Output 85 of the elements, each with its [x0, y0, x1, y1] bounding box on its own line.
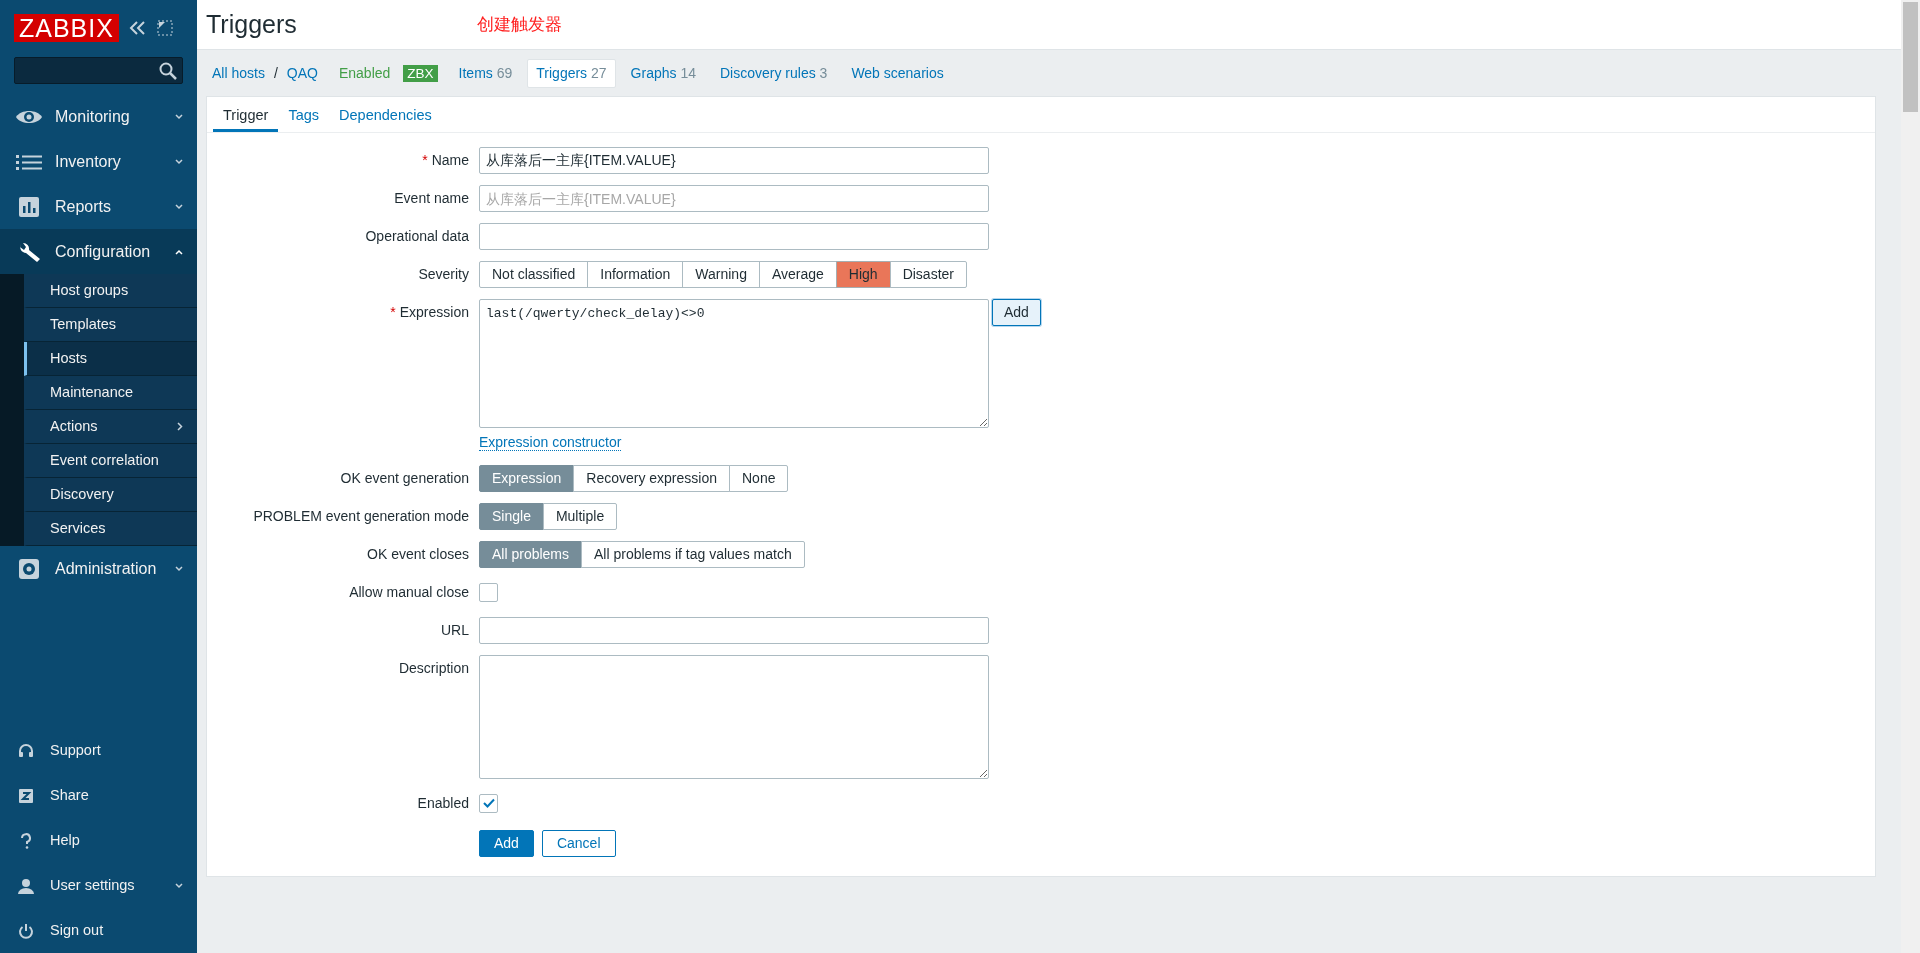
- add-button[interactable]: Add: [479, 829, 534, 857]
- breadcrumb-link[interactable]: QAQ: [286, 62, 318, 84]
- menu-item[interactable]: Sign out: [0, 908, 197, 953]
- field-label: Enabled: [416, 793, 469, 813]
- chevron-right-icon: [177, 422, 183, 431]
- fullscreen-icon[interactable]: [156, 20, 173, 36]
- field-label: Event name: [393, 189, 469, 208]
- add-button[interactable]: Add: [992, 299, 1041, 326]
- form-tab[interactable]: Dependencies: [329, 97, 442, 132]
- chevron-down-icon: [175, 113, 183, 120]
- chevron-down-icon: [175, 882, 183, 889]
- host-tab[interactable]: Triggers 27: [527, 58, 616, 88]
- field-label: URL: [440, 620, 469, 640]
- power-icon: [18, 922, 34, 939]
- field-label: Severity: [417, 265, 469, 284]
- submenu-item[interactable]: Services: [24, 512, 197, 546]
- menu-item[interactable]: Reports: [0, 184, 197, 229]
- host-badge: ZBX: [403, 64, 438, 82]
- menu-item[interactable]: Configuration: [0, 229, 197, 274]
- menu-item[interactable]: Help: [0, 818, 197, 863]
- submenu-item[interactable]: Maintenance: [24, 376, 197, 410]
- check-icon: [482, 798, 495, 809]
- host-tab[interactable]: Discovery rules 3: [711, 58, 837, 88]
- submenu-item[interactable]: Host groups: [24, 274, 197, 308]
- segment-option[interactable]: Disaster: [889, 261, 967, 288]
- field-label: Allow manual close: [348, 582, 469, 602]
- input-field[interactable]: 从库落后一主库{ITEM.VALUE}: [479, 147, 989, 174]
- menu-item[interactable]: Monitoring: [0, 94, 197, 139]
- submenu-item[interactable]: Discovery: [24, 478, 197, 512]
- user-icon: [18, 877, 34, 894]
- segment-option[interactable]: Information: [587, 261, 684, 288]
- menu-item[interactable]: Support: [0, 728, 197, 773]
- submenu-item[interactable]: Event correlation: [24, 444, 197, 478]
- cancel-button[interactable]: Cancel: [541, 829, 616, 857]
- chevron-up-icon: [175, 248, 183, 255]
- checkbox[interactable]: [479, 582, 498, 602]
- segment-option[interactable]: Average: [758, 261, 837, 288]
- field-label: OK event generation: [339, 468, 469, 488]
- breadcrumb-link[interactable]: All hosts: [212, 62, 265, 84]
- collapse-icon[interactable]: [128, 20, 147, 36]
- search-field[interactable]: [14, 57, 183, 84]
- segment-option[interactable]: All problems if tag values match: [581, 540, 805, 568]
- search-icon[interactable]: [159, 61, 177, 80]
- breadcrumb-separator: /: [273, 63, 278, 83]
- expression-field[interactable]: last(/qwerty/check_delay)<>0: [479, 299, 989, 428]
- field-label: Description: [397, 658, 469, 678]
- chevron-down-icon: [175, 565, 183, 572]
- submenu-item[interactable]: Actions: [24, 410, 197, 444]
- submenu-item[interactable]: Templates: [24, 308, 197, 342]
- segment-option[interactable]: None: [729, 464, 789, 492]
- logo[interactable]: ZABBIX: [14, 14, 119, 42]
- help-icon: [18, 832, 34, 849]
- field-label: OK event closes: [366, 544, 469, 564]
- segment-option[interactable]: Multiple: [542, 502, 618, 530]
- segment-option[interactable]: High: [835, 261, 891, 288]
- host-status: Enabled: [338, 63, 391, 83]
- checkbox[interactable]: [479, 793, 498, 813]
- menu-item[interactable]: User settings: [0, 863, 197, 908]
- segment-option[interactable]: Warning: [682, 261, 760, 288]
- submenu-item[interactable]: Hosts: [24, 342, 197, 376]
- host-tab[interactable]: Items 69: [449, 58, 522, 88]
- expression-constructor-link[interactable]: Expression constructor: [479, 434, 622, 451]
- field-label: Operational data: [364, 227, 469, 246]
- scrollbar[interactable]: [1901, 0, 1920, 953]
- page-title: Triggers: [206, 8, 297, 40]
- field-label: PROBLEM event generation mode: [252, 506, 469, 526]
- annotation-text: 创建触发器: [476, 13, 562, 36]
- menu-item[interactable]: Administration: [0, 546, 197, 591]
- form-tab[interactable]: Trigger: [213, 97, 279, 132]
- input-field[interactable]: [479, 616, 989, 644]
- input-field[interactable]: 从库落后一主库{ITEM.VALUE}: [479, 185, 989, 212]
- field-label: * Expression: [389, 303, 469, 322]
- menu-item[interactable]: Inventory: [0, 139, 197, 184]
- field-label: * Name: [421, 151, 469, 170]
- chevron-down-icon: [175, 203, 183, 210]
- form-tab[interactable]: Tags: [278, 97, 330, 132]
- host-tab[interactable]: Graphs 14: [621, 58, 705, 88]
- input-field[interactable]: [479, 223, 989, 250]
- host-tab[interactable]: Web scenarios: [842, 58, 953, 88]
- segment-option[interactable]: Recovery expression: [573, 464, 730, 492]
- headset-icon: [18, 742, 34, 759]
- share-icon: [18, 787, 34, 804]
- chevron-down-icon: [175, 158, 183, 165]
- menu-item[interactable]: Share: [0, 773, 197, 818]
- segment-option[interactable]: Not classified: [479, 261, 589, 288]
